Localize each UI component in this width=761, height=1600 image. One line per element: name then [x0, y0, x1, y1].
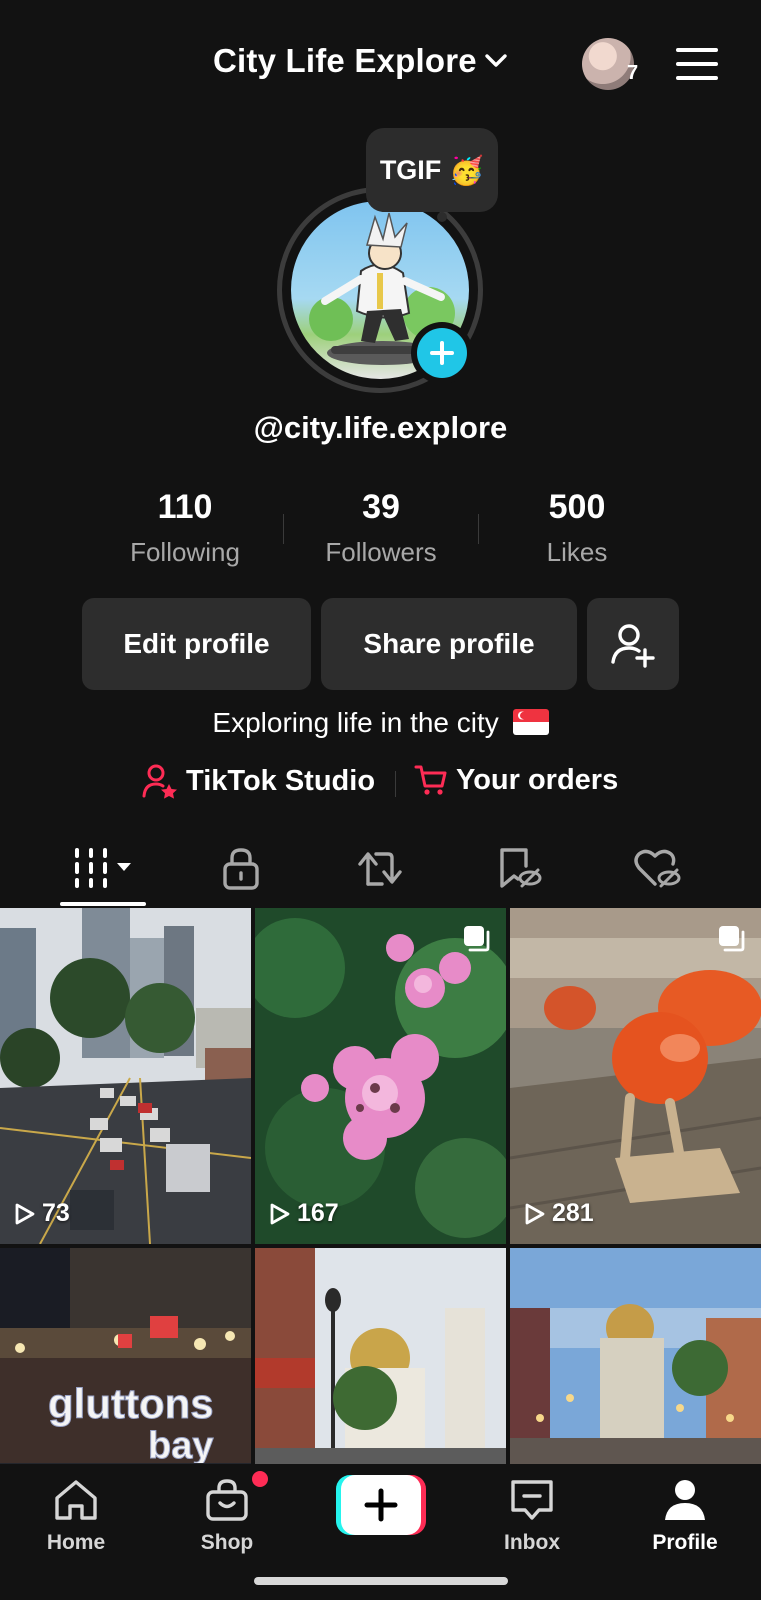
stat-label: Followers: [325, 537, 437, 567]
view-count: 281: [524, 1199, 594, 1228]
nav-inbox-label: Inbox: [504, 1531, 560, 1554]
tab-favorites[interactable]: [473, 838, 563, 898]
account-switcher[interactable]: City Life Explore: [213, 42, 511, 80]
note-bubble-tail: [437, 212, 447, 222]
bio-text: Exploring life in the city: [212, 707, 499, 738]
view-count: 73: [14, 1199, 70, 1228]
city-traffic-image: [0, 908, 251, 1244]
stat-label: Likes: [546, 537, 608, 567]
video-thumbnail[interactable]: [255, 1248, 506, 1464]
note-text: TGIF: [379, 154, 442, 185]
link-divider: [395, 771, 396, 797]
orange-sculpture-image: [510, 908, 761, 1244]
video-thumbnail[interactable]: 73: [0, 908, 251, 1244]
tiktok-studio-link[interactable]: TikTok Studio: [142, 763, 375, 799]
shop-notification-dot: [252, 1471, 268, 1487]
add-story-button[interactable]: [411, 322, 473, 384]
svg-text:bay: bay: [148, 1425, 213, 1464]
your-orders-link[interactable]: Your orders: [414, 763, 618, 797]
bookmark-hidden-icon: [500, 848, 542, 888]
svg-text:gluttons: gluttons: [48, 1380, 214, 1427]
tab-videos[interactable]: [58, 838, 148, 898]
active-tab-indicator: [60, 902, 146, 906]
view-count-value: 167: [297, 1199, 339, 1227]
edit-profile-button[interactable]: Edit profile: [82, 598, 311, 690]
home-icon: [55, 1480, 97, 1520]
profile-page: City Life Explore 7 TGIF 🥳 @city.life.ex…: [0, 0, 761, 1600]
party-face-emoji: 🥳: [449, 154, 485, 186]
tiktok-studio-label: TikTok Studio: [186, 764, 376, 797]
home-indicator: [254, 1577, 508, 1585]
nav-home[interactable]: Home: [21, 1478, 131, 1555]
view-count: 167: [269, 1199, 339, 1228]
account-name: City Life Explore: [213, 42, 477, 79]
lock-icon: [223, 848, 259, 890]
stat-value: 39: [362, 488, 400, 526]
stat-value: 500: [548, 488, 606, 526]
video-thumbnail[interactable]: 281: [510, 908, 761, 1244]
video-thumbnail[interactable]: 167: [255, 908, 506, 1244]
add-friends-button[interactable]: [587, 598, 679, 690]
gluttons-bay-night-image: gluttons bay: [0, 1248, 251, 1464]
nav-inbox[interactable]: Inbox: [477, 1478, 587, 1555]
plus-icon: [417, 328, 467, 378]
repost-icon: [358, 852, 402, 886]
add-person-icon: [611, 624, 655, 668]
profile-links: TikTok Studio Your orders: [0, 763, 761, 803]
cart-icon: [414, 765, 447, 795]
grid-icon: [75, 848, 131, 888]
multi-photo-icon: [464, 926, 490, 952]
profile-icon: [665, 1480, 705, 1520]
stat-following[interactable]: 110 Following: [85, 488, 285, 568]
nav-home-label: Home: [46, 1531, 106, 1554]
content-tabs: [0, 838, 761, 908]
chevron-down-icon: [485, 54, 507, 67]
video-thumbnail[interactable]: [510, 1248, 761, 1464]
top-bar: City Life Explore 7: [0, 0, 761, 130]
singapore-flag-icon: [512, 709, 549, 735]
pink-flowers-image: [255, 908, 506, 1244]
play-icon: [270, 1203, 290, 1224]
tab-liked[interactable]: [612, 838, 702, 898]
stat-label: Following: [130, 537, 240, 567]
create-plus-icon[interactable]: [336, 1475, 426, 1535]
notification-count: 7: [627, 62, 639, 84]
video-thumbnail[interactable]: gluttons bay: [0, 1248, 251, 1464]
username: @city.life.explore: [253, 410, 508, 445]
play-icon: [525, 1203, 545, 1224]
play-icon: [15, 1203, 35, 1224]
mosque-street-image: [255, 1248, 506, 1464]
mosque-dusk-image: [510, 1248, 761, 1464]
video-grid: 73 167 281 gluttons bay: [0, 908, 761, 1464]
stat-followers[interactable]: 39 Followers: [281, 488, 481, 568]
note-bubble[interactable]: TGIF 🥳: [366, 128, 498, 212]
nav-shop-label: Shop: [200, 1531, 254, 1554]
nav-shop[interactable]: Shop: [172, 1478, 282, 1555]
share-profile-button[interactable]: Share profile: [321, 598, 577, 690]
stat-value: 110: [157, 488, 213, 526]
multi-photo-icon: [719, 926, 745, 952]
person-star-icon: [142, 764, 177, 799]
your-orders-label: Your orders: [456, 763, 619, 796]
nav-profile-label: Profile: [652, 1531, 718, 1554]
tab-private[interactable]: [196, 838, 286, 898]
hamburger-menu-icon[interactable]: [676, 47, 718, 81]
nav-profile[interactable]: Profile: [630, 1478, 740, 1555]
view-count-value: 281: [552, 1199, 594, 1227]
bio: Exploring life in the city: [0, 707, 761, 739]
view-count-value: 73: [42, 1199, 70, 1227]
heart-hidden-icon: [634, 849, 681, 888]
stat-likes[interactable]: 500 Likes: [477, 488, 677, 568]
inbox-icon: [511, 1480, 553, 1520]
shop-bag-icon: [206, 1479, 248, 1521]
tab-reposts[interactable]: [335, 838, 425, 898]
